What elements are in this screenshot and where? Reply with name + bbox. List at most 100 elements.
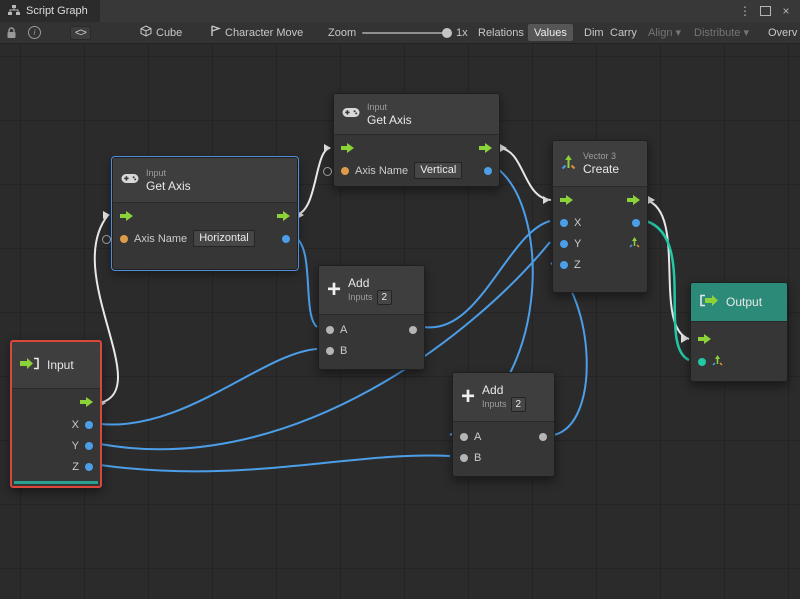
menu-icon[interactable]: ⋮ <box>737 4 753 18</box>
node-get-axis-vertical[interactable]: Input Get Axis Axis Name Vertical <box>333 93 500 187</box>
output-icon <box>699 294 719 310</box>
flow-in-port[interactable] <box>341 143 354 156</box>
chevron-down-icon: ▾ <box>676 26 682 39</box>
gameobject-cube-button[interactable]: Cube <box>140 22 182 43</box>
close-icon[interactable]: × <box>778 4 794 18</box>
flow-out-port[interactable] <box>80 397 93 410</box>
control-arrowhead <box>103 211 110 219</box>
vector3-icon <box>561 155 576 173</box>
script-graph-icon <box>8 4 20 19</box>
inputs-label: Inputs <box>482 399 507 410</box>
node-title: Add <box>348 276 392 290</box>
axis-name-port[interactable] <box>102 235 111 244</box>
node-vector3-create[interactable]: Vector 3 Create X Y <box>552 140 648 293</box>
axis-name-type-dot[interactable] <box>341 167 349 175</box>
input-icon <box>20 357 40 373</box>
distribute-dropdown[interactable]: Distribute ▾ <box>688 22 755 43</box>
zoom-slider[interactable] <box>362 22 450 43</box>
node-title: Get Axis <box>367 113 412 127</box>
plus-icon: + <box>327 278 341 302</box>
plus-icon: + <box>461 385 475 409</box>
window-title-bar: Script Graph ⋮ × <box>0 0 800 22</box>
control-arrowhead <box>681 335 688 343</box>
node-category: Input <box>146 168 191 179</box>
port-y[interactable] <box>85 442 93 450</box>
window-controls: ⋮ × <box>737 0 800 22</box>
node-graph-input[interactable]: Input X Y Z <box>10 340 102 488</box>
control-arrowhead <box>543 196 550 204</box>
result-port[interactable] <box>282 235 290 243</box>
wire-input-z-to-add2-b <box>100 455 450 471</box>
graph-canvas[interactable]: Input Get Axis Axis Name Vertical <box>0 43 800 599</box>
result-port[interactable] <box>484 167 492 175</box>
maximize-icon[interactable] <box>760 6 771 16</box>
node-graph-output[interactable]: Output <box>690 282 788 382</box>
flow-in-port[interactable] <box>120 211 133 224</box>
control-arrowhead <box>500 144 507 152</box>
inputs-label: Inputs <box>348 292 373 303</box>
node-category: Input <box>367 102 412 113</box>
node-header: Vector 3 Create <box>553 141 647 187</box>
wire-control-getaxis-horizontal-to-vertical <box>295 148 330 215</box>
port-z[interactable] <box>560 261 568 269</box>
align-dropdown[interactable]: Align ▾ <box>642 22 687 43</box>
port-x[interactable] <box>85 421 93 429</box>
flow-in-port[interactable] <box>698 334 711 347</box>
node-add-1[interactable]: + Add Inputs 2 A B <box>318 265 425 370</box>
code-toggle-button[interactable]: <> <box>70 22 91 43</box>
zoom-slider-track[interactable] <box>362 32 450 34</box>
port-x-label: X <box>72 419 79 431</box>
carry-button[interactable]: Carry <box>604 22 643 43</box>
wire-add1-to-vector3-x <box>424 221 550 327</box>
node-add-2[interactable]: + Add Inputs 2 A B <box>452 372 555 477</box>
control-arrowhead <box>648 196 655 204</box>
wire-horizontal-to-add1-a <box>295 237 317 327</box>
control-arrowhead <box>297 211 304 219</box>
axis-name-type-dot[interactable] <box>120 235 128 243</box>
flow-out-port[interactable] <box>277 211 290 224</box>
control-arrowhead <box>324 144 331 152</box>
port-a-label: A <box>340 324 347 336</box>
values-button[interactable]: Values <box>528 22 573 43</box>
gamepad-icon <box>121 172 139 188</box>
result-port[interactable] <box>632 219 640 227</box>
flow-out-port[interactable] <box>479 143 492 156</box>
vector3-type-icon <box>712 355 723 369</box>
port-x[interactable] <box>560 219 568 227</box>
gamepad-icon <box>342 106 360 122</box>
zoom-slider-knob[interactable] <box>442 28 452 38</box>
value-in-port[interactable] <box>698 358 706 366</box>
info-icon[interactable]: i <box>28 22 41 43</box>
node-title: Input <box>47 358 74 372</box>
axis-name-port[interactable] <box>323 167 332 176</box>
inputs-count-field[interactable]: 2 <box>377 290 393 305</box>
axis-name-field[interactable]: Horizontal <box>193 230 255 247</box>
character-move-label: Character Move <box>225 27 303 39</box>
port-a[interactable] <box>460 433 468 441</box>
flow-out-port[interactable] <box>627 195 640 208</box>
port-y-label: Y <box>574 238 581 250</box>
node-title: Get Axis <box>146 179 191 193</box>
lock-icon[interactable] <box>6 22 17 43</box>
port-z[interactable] <box>85 463 93 471</box>
port-b[interactable] <box>460 454 468 462</box>
flow-in-port[interactable] <box>560 195 573 208</box>
overview-button[interactable]: Overv <box>762 22 800 43</box>
port-y[interactable] <box>560 240 568 248</box>
node-get-axis-horizontal[interactable]: Input Get Axis Axis Name Horizontal <box>112 157 298 270</box>
port-b-label: B <box>340 345 347 357</box>
sum-port[interactable] <box>539 433 547 441</box>
node-header: + Add Inputs 2 <box>453 373 554 422</box>
tab-script-graph[interactable]: Script Graph <box>0 0 100 22</box>
zoom-value: 1x <box>456 22 468 43</box>
sum-port[interactable] <box>409 326 417 334</box>
chevron-down-icon: ▾ <box>744 26 750 39</box>
tab-title: Script Graph <box>26 5 88 17</box>
inputs-count-field[interactable]: 2 <box>511 397 527 412</box>
character-move-button[interactable]: Character Move <box>210 22 303 43</box>
port-a-label: A <box>474 431 481 443</box>
port-b[interactable] <box>326 347 334 355</box>
port-a[interactable] <box>326 326 334 334</box>
axis-name-field[interactable]: Vertical <box>414 162 462 179</box>
relations-button[interactable]: Relations <box>472 22 530 43</box>
